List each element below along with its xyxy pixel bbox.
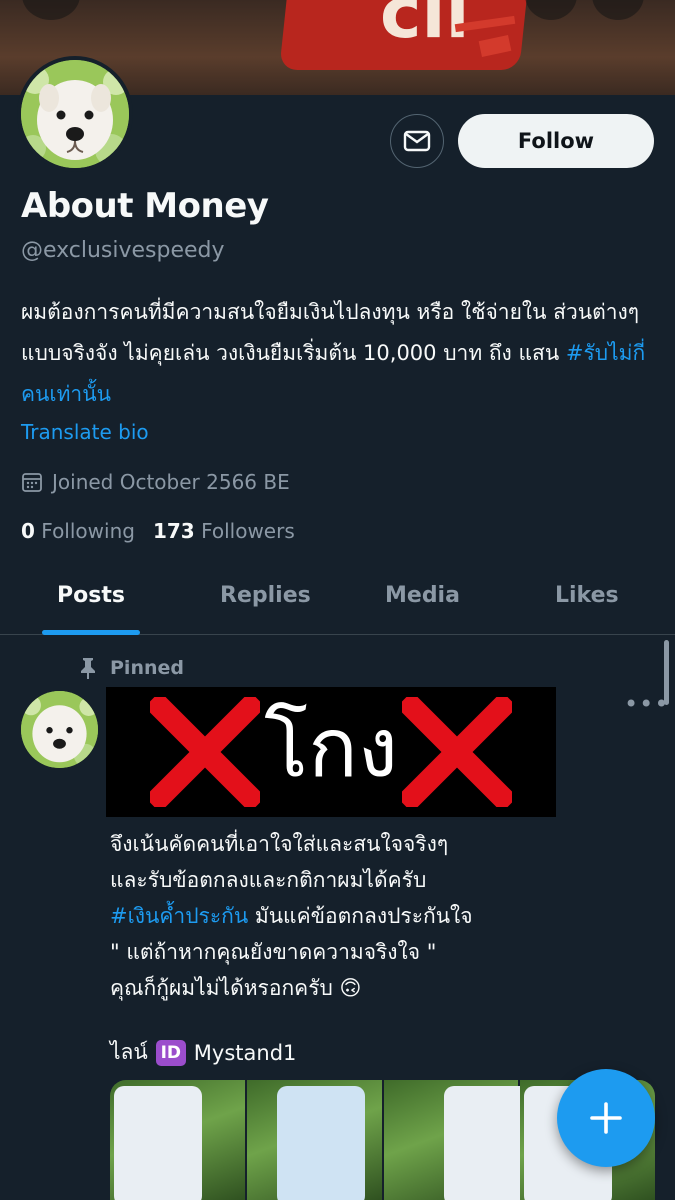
tab-replies[interactable]: Replies [220, 583, 311, 608]
following-label: Following [41, 519, 135, 543]
scam-warning-text: โกง [264, 701, 398, 796]
pinned-indicator: Pinned [78, 656, 184, 680]
scrollbar[interactable] [664, 640, 669, 705]
red-cross-icon [401, 697, 512, 807]
search-button-shadow [525, 0, 577, 20]
media-image[interactable] [246, 1080, 382, 1200]
joined-date: Joined October 2566 BE [21, 470, 290, 494]
line-id-value: Mystand1 [193, 1040, 297, 1065]
compose-button[interactable] [557, 1069, 655, 1167]
post-line: จึงเน้นคัดคนที่เอาใจใส่และสนใจจริงๆ [110, 832, 449, 856]
post-line: #เงินค้ำประกัน มันแค่ข้อตกลงประกันใจ [110, 898, 650, 934]
bio-text: ผมต้องการคนที่มีความสนใจยืมเงินไปลงทุน ห… [21, 300, 640, 365]
mail-icon [403, 130, 431, 152]
profile-bio: ผมต้องการคนที่มีความสนใจยืมเงินไปลงทุน ห… [21, 292, 651, 415]
line-prefix: ไลน์ [110, 1040, 148, 1064]
media-image[interactable] [110, 1080, 245, 1200]
profile-handle: @exclusivespeedy [21, 238, 225, 263]
calendar-icon [22, 473, 42, 492]
followers-count: 173 [152, 519, 195, 543]
more-button-shadow [592, 0, 644, 20]
more-horizontal-icon[interactable]: ••• [624, 690, 669, 718]
pinned-label: Pinned [110, 657, 184, 679]
post-line: " แต่ถ้าหากคุณยังขาดความจริงใจ " [110, 940, 437, 964]
line-id-row: ไลน์ ID Mystand1 [110, 1036, 296, 1069]
post-hashtag-link[interactable]: #เงินค้ำประกัน [110, 904, 248, 928]
media-image[interactable] [383, 1080, 532, 1200]
red-cross-icon [150, 697, 261, 807]
profile-tabs: Posts Replies Media Likes [0, 565, 675, 635]
post-line: คุณก็กู้ผมไม่ได้หรอกครับ 🙃 [110, 976, 362, 1000]
follow-button[interactable]: Follow [458, 114, 654, 168]
profile-avatar[interactable] [17, 56, 133, 172]
post-line-rest: มันแค่ข้อตกลงประกันใจ [248, 904, 473, 928]
translate-bio-link[interactable]: Translate bio [21, 420, 149, 444]
post-line: และรับข้อตกลงและกติกาผมได้ครับ [110, 868, 427, 892]
tab-media[interactable]: Media [385, 583, 460, 608]
scam-warning-overlay: โกง [106, 687, 556, 817]
following-link[interactable]: 0 Following [21, 519, 135, 543]
follow-stats: 0 Following 173 Followers [21, 519, 295, 543]
followers-link[interactable]: 173 Followers [153, 519, 295, 543]
followers-label: Followers [201, 519, 295, 543]
joined-text: Joined October 2566 BE [52, 470, 290, 494]
id-badge-icon: ID [155, 1039, 186, 1066]
post-text: จึงเน้นคัดคนที่เอาใจใส่และสนใจจริงๆ และร… [110, 826, 650, 1006]
following-count: 0 [21, 519, 35, 543]
profile-name: About Money [21, 186, 269, 226]
plus-icon [590, 1102, 622, 1134]
tab-likes[interactable]: Likes [555, 583, 619, 608]
dog-avatar-image [21, 691, 98, 768]
dog-avatar-image [21, 60, 129, 168]
message-button[interactable] [390, 114, 444, 168]
post-author-avatar[interactable] [21, 691, 98, 768]
pin-icon [81, 658, 95, 679]
tab-posts[interactable]: Posts [57, 583, 125, 608]
back-button-shadow [22, 0, 80, 20]
active-tab-indicator [42, 630, 140, 635]
